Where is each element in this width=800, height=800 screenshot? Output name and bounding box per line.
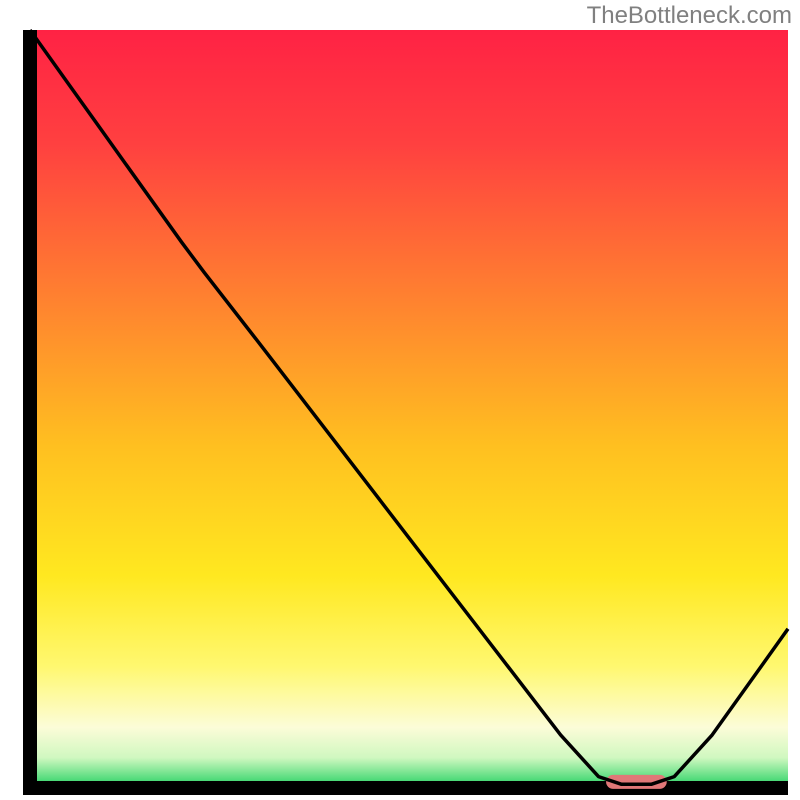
watermark-text: TheBottleneck.com bbox=[587, 2, 792, 30]
gradient-background bbox=[30, 30, 788, 788]
chart-container: TheBottleneck.com bbox=[0, 0, 800, 800]
bottleneck-chart bbox=[0, 0, 800, 800]
